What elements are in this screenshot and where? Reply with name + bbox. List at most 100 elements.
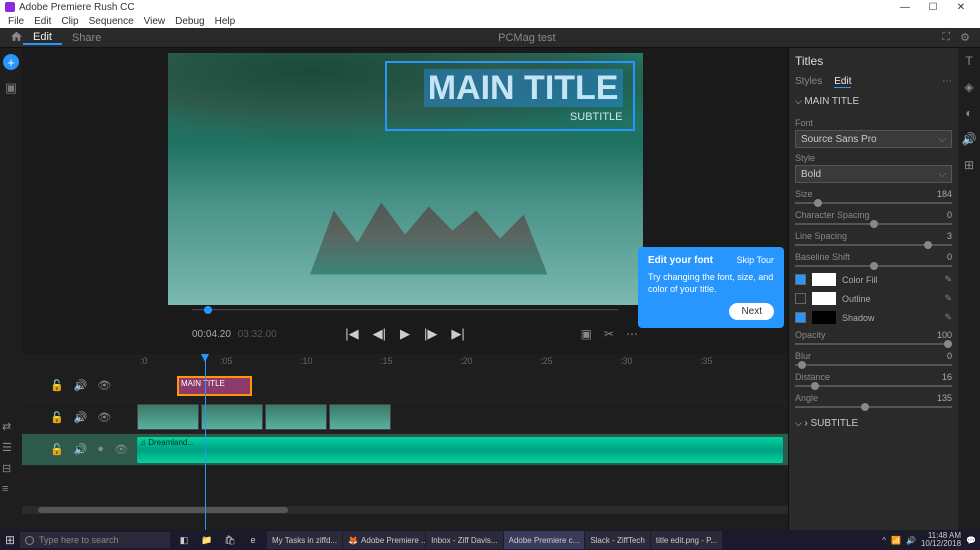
add-media-button[interactable]: + bbox=[3, 54, 19, 70]
scrollbar-thumb[interactable] bbox=[38, 507, 288, 513]
playhead[interactable] bbox=[205, 354, 206, 530]
taskbar-app[interactable]: Adobe Premiere c... bbox=[504, 531, 585, 549]
tab-styles[interactable]: Styles bbox=[795, 76, 822, 88]
tab-edit-title[interactable]: Edit bbox=[834, 76, 851, 88]
explorer-icon[interactable]: 📁 bbox=[197, 535, 217, 546]
video-track[interactable]: 🔓 🔊 👁 bbox=[22, 402, 788, 434]
menu-clip[interactable]: Clip bbox=[56, 16, 83, 27]
colorfill-checkbox[interactable] bbox=[795, 274, 806, 285]
shadow-checkbox[interactable] bbox=[795, 312, 806, 323]
taskbar-search[interactable]: Type here to search bbox=[20, 532, 170, 548]
tray-volume-icon[interactable]: 🔊 bbox=[906, 536, 916, 545]
video-preview[interactable]: MAIN TITLE SUBTITLE bbox=[168, 53, 643, 305]
step-forward-button[interactable]: |▶ bbox=[424, 326, 437, 342]
record-icon[interactable]: ● bbox=[97, 443, 104, 456]
taskbar-app[interactable]: My Tasks in ziffd... bbox=[267, 531, 342, 549]
close-button[interactable]: ✕ bbox=[947, 2, 975, 13]
visibility-icon[interactable]: 👁 bbox=[97, 379, 111, 392]
horizontal-scrollbar[interactable] bbox=[22, 506, 788, 514]
distance-slider[interactable] bbox=[795, 385, 952, 387]
audio-track[interactable]: 🔓 🔊 ● 👁 ♫ Dreamland... bbox=[22, 434, 788, 466]
shadow-swatch[interactable] bbox=[812, 311, 836, 324]
taskbar-app[interactable]: Inbox - Ziff Davis... bbox=[426, 531, 503, 549]
menu-sequence[interactable]: Sequence bbox=[84, 16, 139, 27]
title-overlay[interactable]: MAIN TITLE SUBTITLE bbox=[385, 61, 635, 131]
transform-panel-icon[interactable]: ⊞ bbox=[964, 158, 974, 172]
go-start-button[interactable]: |◀ bbox=[345, 326, 358, 342]
visibility-icon[interactable]: 👁 bbox=[114, 443, 128, 456]
time-ruler[interactable]: :0 :05 :10 :15 :20 :25 :30 :35 bbox=[22, 354, 788, 370]
section-subtitle[interactable]: › SUBTITLE bbox=[795, 418, 952, 429]
timeline[interactable]: :0 :05 :10 :15 :20 :25 :30 :35 🔓 🔊 👁 MAI… bbox=[22, 354, 788, 530]
visibility-icon[interactable]: 👁 bbox=[97, 411, 111, 424]
loop-icon[interactable]: ▣ bbox=[581, 327, 592, 341]
section-main-title[interactable]: MAIN TITLE bbox=[795, 96, 952, 107]
lock-icon[interactable]: 🔓 bbox=[50, 379, 64, 392]
menu-debug[interactable]: Debug bbox=[170, 16, 209, 27]
menu-view[interactable]: View bbox=[139, 16, 171, 27]
taskbar-app[interactable]: title edit.png - P... bbox=[651, 531, 722, 549]
scrubber-handle[interactable] bbox=[204, 306, 212, 314]
main-title-text[interactable]: MAIN TITLE bbox=[424, 69, 623, 107]
title-track[interactable]: 🔓 🔊 👁 MAIN TITLE bbox=[22, 370, 788, 402]
transitions-panel-icon[interactable]: ◈ bbox=[964, 80, 973, 94]
video-clip[interactable] bbox=[201, 404, 263, 430]
shuffle-icon[interactable]: ⇄ bbox=[2, 420, 12, 433]
font-select[interactable]: Source Sans Pro bbox=[795, 130, 952, 148]
video-clip[interactable] bbox=[329, 404, 391, 430]
outline-checkbox[interactable] bbox=[795, 293, 806, 304]
eyedropper-icon[interactable]: ✎ bbox=[944, 312, 952, 323]
project-panel-icon[interactable]: ▣ bbox=[5, 80, 17, 96]
audio-clip[interactable]: ♫ Dreamland... bbox=[137, 437, 783, 463]
line-spacing-slider[interactable] bbox=[795, 244, 952, 246]
eyedropper-icon[interactable]: ✎ bbox=[944, 293, 952, 304]
taskbar-app[interactable]: Slack - ZiffTech bbox=[585, 531, 650, 549]
outline-swatch[interactable] bbox=[812, 292, 836, 305]
colorfill-swatch[interactable] bbox=[812, 273, 836, 286]
mute-icon[interactable]: 🔊 bbox=[74, 379, 88, 392]
color-panel-icon[interactable]: ◐ bbox=[965, 106, 972, 120]
mute-icon[interactable]: 🔊 bbox=[74, 443, 88, 456]
mute-icon[interactable]: 🔊 bbox=[74, 411, 88, 424]
fullscreen-icon[interactable]: ⛶ bbox=[942, 31, 950, 44]
home-icon[interactable] bbox=[10, 30, 23, 46]
video-clip[interactable] bbox=[265, 404, 327, 430]
audio-panel-icon[interactable]: 🔊 bbox=[962, 132, 977, 146]
tab-edit[interactable]: Edit bbox=[23, 31, 62, 45]
skip-tour-button[interactable]: Skip Tour bbox=[737, 255, 774, 266]
split-icon[interactable]: ✂ bbox=[604, 327, 614, 341]
tracks-icon[interactable]: ☰ bbox=[2, 441, 12, 454]
edge-icon[interactable]: e bbox=[243, 535, 263, 546]
go-end-button[interactable]: ▶| bbox=[451, 326, 464, 342]
size-slider[interactable] bbox=[795, 202, 952, 204]
maximize-button[interactable]: ☐ bbox=[919, 2, 947, 13]
list-icon[interactable]: ≡ bbox=[2, 483, 12, 495]
style-select[interactable]: Bold bbox=[795, 165, 952, 183]
eyedropper-icon[interactable]: ✎ bbox=[944, 274, 952, 285]
taskbar-app[interactable]: 🦊Adobe Premiere ... bbox=[343, 531, 425, 549]
menu-file[interactable]: File bbox=[3, 16, 29, 27]
char-spacing-slider[interactable] bbox=[795, 223, 952, 225]
notifications-icon[interactable]: 💬 bbox=[966, 536, 976, 545]
tray-up-icon[interactable]: ^ bbox=[882, 536, 886, 545]
settings-icon[interactable]: ⚙ bbox=[960, 31, 970, 44]
blur-slider[interactable] bbox=[795, 364, 952, 366]
opacity-slider[interactable] bbox=[795, 343, 952, 345]
store-icon[interactable]: 🛍 bbox=[220, 535, 240, 546]
step-back-button[interactable]: ◀| bbox=[373, 326, 386, 342]
panel-more-icon[interactable]: ⋯ bbox=[942, 76, 952, 88]
video-clip[interactable] bbox=[137, 404, 199, 430]
play-button[interactable]: ▶ bbox=[400, 326, 410, 342]
lock-icon[interactable]: 🔓 bbox=[50, 443, 64, 456]
baseline-slider[interactable] bbox=[795, 265, 952, 267]
subtitle-text[interactable]: SUBTITLE bbox=[397, 111, 623, 123]
expand-icon[interactable]: ⊟ bbox=[2, 462, 12, 475]
more-icon[interactable]: ⋯ bbox=[626, 327, 638, 341]
scrubber-track[interactable] bbox=[192, 309, 618, 311]
minimize-button[interactable]: — bbox=[891, 2, 919, 13]
task-view-icon[interactable]: ◧ bbox=[174, 535, 194, 546]
start-button[interactable]: ⊞ bbox=[0, 533, 20, 547]
tab-share[interactable]: Share bbox=[62, 32, 111, 44]
lock-icon[interactable]: 🔓 bbox=[50, 411, 64, 424]
title-clip[interactable]: MAIN TITLE bbox=[177, 376, 252, 396]
